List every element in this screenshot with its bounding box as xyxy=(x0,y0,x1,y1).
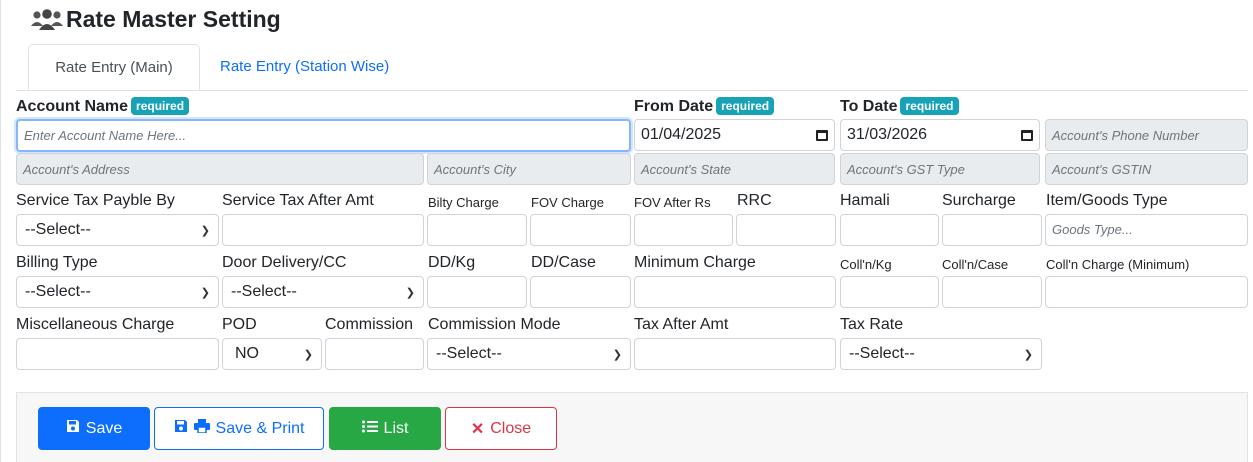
city-field: Account's City xyxy=(427,153,631,185)
goods-type-input[interactable] xyxy=(1045,214,1248,246)
door-delivery-cc-label: Door Delivery/CC xyxy=(222,254,347,271)
close-button-label: Close xyxy=(490,419,532,437)
fov-charge-label: FOV Charge xyxy=(531,195,604,210)
service-tax-payble-by-select[interactable]: --Select-- ❯ xyxy=(16,214,219,246)
minimum-charge-label: Minimum Charge xyxy=(634,254,756,271)
from-date-label: From Date required xyxy=(634,97,775,116)
users-icon xyxy=(30,7,64,33)
dd-kg-input[interactable] xyxy=(427,276,527,308)
chevron-down-icon: ❯ xyxy=(200,224,210,237)
phone-field: Account's Phone Number xyxy=(1045,119,1248,151)
state-field: Account's State xyxy=(634,153,835,185)
surcharge-label: Surcharge xyxy=(942,192,1016,209)
chevron-down-icon: ❯ xyxy=(612,348,622,361)
list-button[interactable]: List xyxy=(329,407,441,450)
pod-select[interactable]: NO ❯ xyxy=(222,338,322,370)
tab-bar: Rate Entry (Main) Rate Entry (Station Wi… xyxy=(16,44,1248,91)
tax-after-amt-input[interactable] xyxy=(634,338,836,370)
rrc-input[interactable] xyxy=(736,214,836,246)
tax-rate-label: Tax Rate xyxy=(840,316,904,333)
hamali-input[interactable] xyxy=(840,214,939,246)
list-icon xyxy=(361,420,378,438)
save-button-label: Save xyxy=(85,419,123,437)
colln-kg-input[interactable] xyxy=(840,276,939,308)
service-tax-after-amt-input[interactable] xyxy=(222,214,424,246)
billing-type-label: Billing Type xyxy=(16,254,98,271)
fov-after-rs-label: FOV After Rs xyxy=(634,195,711,210)
save-button[interactable]: Save xyxy=(38,407,150,450)
door-delivery-cc-select[interactable]: --Select-- ❯ xyxy=(222,276,424,308)
calendar-icon[interactable] xyxy=(1021,129,1033,141)
dd-kg-label: DD/Kg xyxy=(428,254,476,271)
chevron-down-icon: ❯ xyxy=(303,348,313,361)
chevron-down-icon: ❯ xyxy=(405,286,415,299)
gstin-field: Account's GSTIN xyxy=(1045,153,1248,185)
required-badge: required xyxy=(900,97,959,115)
calendar-icon[interactable] xyxy=(816,129,828,141)
to-date-label: To Date required xyxy=(840,97,959,116)
required-badge: required xyxy=(716,97,775,115)
colln-kg-label: Coll'n/Kg xyxy=(840,257,892,272)
tab-rate-entry-station-wise[interactable]: Rate Entry (Station Wise) xyxy=(202,44,407,90)
misc-charge-label: Miscellaneous Charge xyxy=(16,316,175,333)
save-icon xyxy=(66,419,80,438)
tax-after-amt-label: Tax After Amt xyxy=(634,316,729,333)
tab-rate-entry-main[interactable]: Rate Entry (Main) xyxy=(28,44,200,90)
gst-type-field: Account's GST Type xyxy=(840,153,1040,185)
misc-charge-input[interactable] xyxy=(16,338,219,370)
account-name-label: Account Name required xyxy=(16,97,190,116)
pod-label: POD xyxy=(222,316,257,333)
item-goods-type-label: Item/Goods Type xyxy=(1046,192,1168,209)
colln-charge-min-input[interactable] xyxy=(1045,276,1248,308)
save-print-button[interactable]: Save & Print xyxy=(154,407,324,450)
hamali-label: Hamali xyxy=(840,192,890,209)
billing-type-select[interactable]: --Select-- ❯ xyxy=(16,276,219,308)
fov-after-rs-input[interactable] xyxy=(634,214,733,246)
dd-case-input[interactable] xyxy=(530,276,631,308)
chevron-down-icon: ❯ xyxy=(200,286,210,299)
print-icon xyxy=(193,419,210,438)
bilty-charge-label: Bilty Charge xyxy=(428,195,499,210)
service-tax-payble-by-label: Service Tax Payble By xyxy=(16,192,175,209)
commission-label: Commission xyxy=(325,316,414,333)
page-title: Rate Master Setting xyxy=(30,6,281,33)
save-icon xyxy=(174,419,188,438)
colln-case-input[interactable] xyxy=(942,276,1042,308)
colln-case-label: Coll'n/Case xyxy=(942,257,1009,272)
commission-mode-label: Commission Mode xyxy=(428,316,561,333)
close-icon: ✕ xyxy=(470,420,485,438)
commission-mode-select[interactable]: --Select-- ❯ xyxy=(427,338,631,370)
save-print-button-label: Save & Print xyxy=(215,419,305,437)
required-badge: required xyxy=(131,97,190,115)
rrc-label: RRC xyxy=(737,192,772,209)
list-button-label: List xyxy=(383,419,409,437)
close-button[interactable]: ✕ Close xyxy=(445,407,557,450)
surcharge-input[interactable] xyxy=(942,214,1042,246)
address-field: Account's Address xyxy=(16,153,424,185)
service-tax-after-amt-label: Service Tax After Amt xyxy=(222,192,374,209)
dd-case-label: DD/Case xyxy=(531,254,596,271)
colln-charge-min-label: Coll'n Charge (Minimum) xyxy=(1046,257,1190,272)
bilty-charge-input[interactable] xyxy=(427,214,527,246)
page-title-text: Rate Master Setting xyxy=(66,6,281,32)
account-name-input[interactable] xyxy=(16,119,631,152)
minimum-charge-input[interactable] xyxy=(634,276,836,308)
to-date-input[interactable]: 31/03/2026 xyxy=(840,119,1040,151)
from-date-input[interactable]: 01/04/2025 xyxy=(634,119,835,151)
chevron-down-icon: ❯ xyxy=(1023,348,1033,361)
fov-charge-input[interactable] xyxy=(530,214,631,246)
tax-rate-select[interactable]: --Select-- ❯ xyxy=(840,338,1042,370)
commission-input[interactable] xyxy=(325,338,424,370)
